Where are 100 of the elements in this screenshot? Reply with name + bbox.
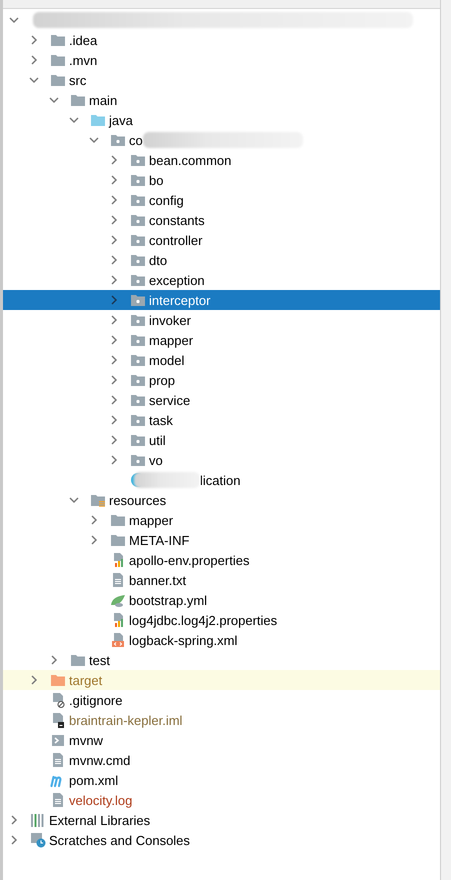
chevron-right-icon[interactable]: [109, 235, 119, 245]
chevron-right-icon[interactable]: [89, 535, 99, 545]
package-folder-icon: [130, 412, 146, 428]
tree-item[interactable]: braintrain-kepler.iml: [3, 710, 440, 730]
folder-icon: [50, 32, 66, 48]
chevron-right-icon[interactable]: [109, 455, 119, 465]
tree-item[interactable]: exception: [3, 270, 440, 290]
chevron-right-icon[interactable]: [109, 155, 119, 165]
tree-item[interactable]: dto: [3, 250, 440, 270]
tree-item[interactable]: .mvn: [3, 50, 440, 70]
tree-item[interactable]: mapper: [3, 510, 440, 530]
tree-item[interactable]: co: [3, 130, 440, 150]
ignored-file-icon: [50, 692, 66, 708]
folder-icon: [50, 52, 66, 68]
folder-icon: [70, 92, 86, 108]
text-file-icon: [110, 572, 126, 588]
module-file-icon: [50, 712, 66, 728]
tree-item[interactable]: Scratches and Consoles: [3, 830, 440, 850]
chevron-down-icon[interactable]: [69, 495, 79, 505]
tree-item[interactable]: apollo-env.properties: [3, 550, 440, 570]
tree-item[interactable]: prop: [3, 370, 440, 390]
tree-item[interactable]: task: [3, 410, 440, 430]
chevron-right-icon[interactable]: [109, 435, 119, 445]
chevron-down-icon[interactable]: [29, 75, 39, 85]
tree-item[interactable]: service: [3, 390, 440, 410]
chevron-right-icon[interactable]: [89, 515, 99, 525]
script-file-icon: [50, 732, 66, 748]
chevron-right-icon[interactable]: [109, 275, 119, 285]
tree-item[interactable]: mvnw: [3, 730, 440, 750]
folder-icon: [50, 72, 66, 88]
chevron-right-icon[interactable]: [109, 175, 119, 185]
chevron-right-icon[interactable]: [29, 35, 39, 45]
chevron-down-icon[interactable]: [89, 135, 99, 145]
chevron-right-icon[interactable]: [109, 415, 119, 425]
tree-item[interactable]: banner.txt: [3, 570, 440, 590]
package-folder-icon: [130, 352, 146, 368]
tree-item[interactable]: mvnw.cmd: [3, 750, 440, 770]
tree-item[interactable]: java: [3, 110, 440, 130]
resources-folder-icon: [90, 492, 106, 508]
package-folder-icon: [130, 152, 146, 168]
tree-item[interactable]: target: [3, 670, 440, 690]
folder-icon: [50, 672, 66, 688]
text-file-icon: [50, 752, 66, 768]
package-folder-icon: [130, 172, 146, 188]
chevron-down-icon[interactable]: [9, 15, 19, 25]
chevron-right-icon[interactable]: [109, 335, 119, 345]
tree-item[interactable]: interceptor: [3, 290, 440, 310]
tree-item[interactable]: log4jdbc.log4j2.properties: [3, 610, 440, 630]
chevron-down-icon[interactable]: [69, 115, 79, 125]
tree-item[interactable]: bean.common: [3, 150, 440, 170]
chevron-down-icon[interactable]: [49, 95, 59, 105]
tree-item[interactable]: .idea: [3, 30, 440, 50]
tree-item[interactable]: META-INF: [3, 530, 440, 550]
tree-item[interactable]: config: [3, 190, 440, 210]
tree-item[interactable]: mapper: [3, 330, 440, 350]
package-folder-icon: [130, 432, 146, 448]
chevron-right-icon[interactable]: [109, 295, 119, 305]
scratches-icon: [30, 832, 46, 848]
chevron-right-icon[interactable]: [109, 355, 119, 365]
chevron-right-icon[interactable]: [109, 215, 119, 225]
tree-item[interactable]: bo: [3, 170, 440, 190]
package-folder-icon: [130, 392, 146, 408]
chevron-right-icon[interactable]: [49, 655, 59, 665]
tree-item[interactable]: util: [3, 430, 440, 450]
tree-item[interactable]: External Libraries: [3, 810, 440, 830]
tree-item[interactable]: lication: [3, 470, 440, 490]
tree-item[interactable]: main: [3, 90, 440, 110]
chevron-right-icon[interactable]: [109, 375, 119, 385]
chevron-right-icon[interactable]: [109, 315, 119, 325]
xml-file-icon: [110, 632, 126, 648]
package-folder-icon: [130, 192, 146, 208]
chevron-right-icon[interactable]: [9, 835, 19, 845]
tree-item[interactable]: invoker: [3, 310, 440, 330]
chevron-right-icon[interactable]: [29, 55, 39, 65]
package-folder-icon: [110, 132, 126, 148]
tree-item[interactable]: constants: [3, 210, 440, 230]
tree-item[interactable]: .gitignore: [3, 690, 440, 710]
tree-item[interactable]: pom.xml: [3, 770, 440, 790]
tree-item[interactable]: logback-spring.xml: [3, 630, 440, 650]
chevron-right-icon[interactable]: [9, 815, 19, 825]
chevron-right-icon[interactable]: [29, 675, 39, 685]
chevron-right-icon[interactable]: [109, 255, 119, 265]
package-folder-icon: [130, 232, 146, 248]
tree-item[interactable]: model: [3, 350, 440, 370]
tree-item[interactable]: vo: [3, 450, 440, 470]
folder-icon: [70, 652, 86, 668]
package-folder-icon: [130, 372, 146, 388]
tree-item[interactable]: src: [3, 70, 440, 90]
tree-item[interactable]: bootstrap.yml: [3, 590, 440, 610]
chevron-right-icon[interactable]: [109, 195, 119, 205]
package-folder-icon: [130, 332, 146, 348]
package-folder-icon: [130, 292, 146, 308]
libraries-icon: [30, 812, 46, 828]
tree-item[interactable]: velocity.log: [3, 790, 440, 810]
chevron-right-icon[interactable]: [109, 395, 119, 405]
package-folder-icon: [130, 452, 146, 468]
tree-item[interactable]: resources: [3, 490, 440, 510]
tree-item[interactable]: test: [3, 650, 440, 670]
folder-icon: [110, 532, 126, 548]
tree-item[interactable]: controller: [3, 230, 440, 250]
